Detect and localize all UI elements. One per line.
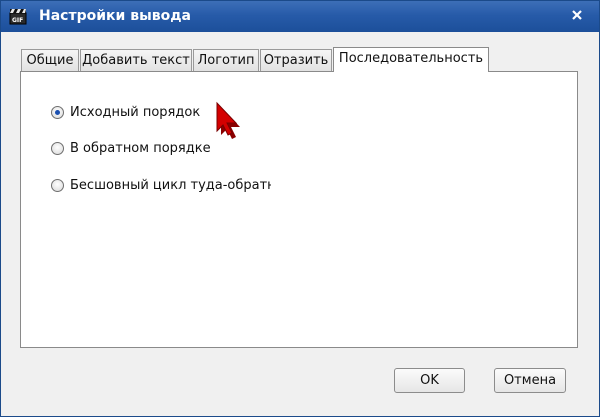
tab-sequence[interactable]: Последовательность: [333, 47, 489, 72]
option-label: Бесшовный цикл туда-обратно: [70, 177, 271, 193]
title-bar[interactable]: GIF Настройки вывода: [1, 1, 599, 32]
option-reverse-order[interactable]: В обратном порядке: [51, 138, 211, 158]
option-label: В обратном порядке: [70, 140, 211, 156]
close-icon[interactable]: [569, 7, 585, 23]
tab-flip[interactable]: Отразить: [260, 49, 332, 71]
gif-clapper-icon: GIF: [9, 9, 27, 25]
window-title: Настройки вывода: [39, 8, 191, 24]
radio-reverse-order[interactable]: [51, 141, 64, 155]
radio-original-order[interactable]: [51, 105, 64, 119]
settings-dialog: GIF Настройки вывода Общие Добавить текс…: [0, 0, 600, 417]
tab-add-text[interactable]: Добавить текст: [80, 49, 192, 71]
tab-logo[interactable]: Логотип: [193, 49, 259, 71]
sequence-panel: Исходный порядок В обратном порядке Бесш…: [20, 71, 578, 348]
tab-general[interactable]: Общие: [21, 49, 79, 71]
option-original-order[interactable]: Исходный порядок: [51, 102, 200, 122]
svg-text:GIF: GIF: [12, 17, 23, 24]
radio-seamless-loop[interactable]: [51, 178, 64, 192]
cancel-button[interactable]: Отмена: [494, 368, 566, 393]
option-label: Исходный порядок: [70, 104, 201, 120]
mouse-cursor-icon: [216, 101, 240, 139]
option-seamless-loop[interactable]: Бесшовный цикл туда-обратно: [51, 175, 271, 195]
ok-button[interactable]: OK: [394, 368, 465, 393]
